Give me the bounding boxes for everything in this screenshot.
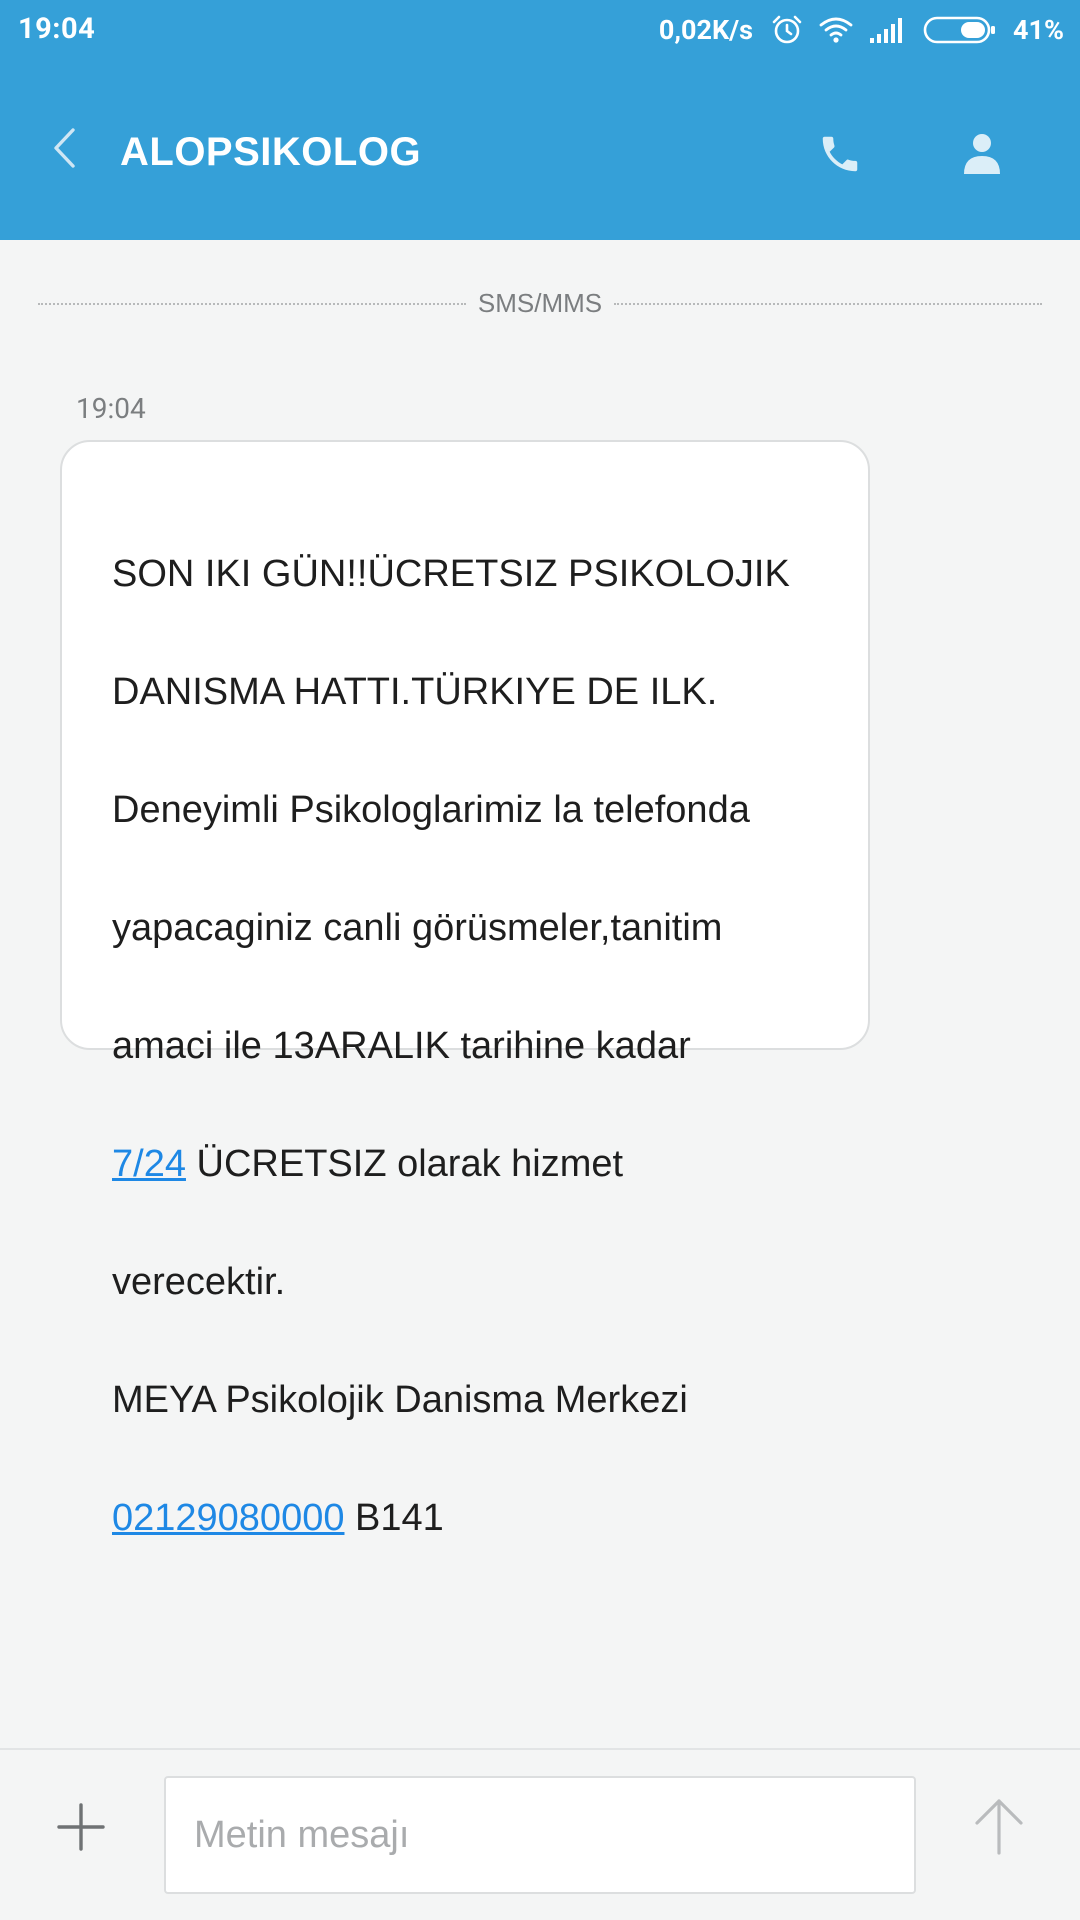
message-line: 02129080000 B141 — [112, 1489, 828, 1548]
battery-percent: 41% — [1013, 14, 1064, 46]
sms-mms-divider: SMS/MMS — [38, 286, 1042, 322]
message-timestamp: 19:04 — [76, 392, 146, 425]
message-line: DANISMA HATTI.TÜRKIYE DE ILK. — [112, 671, 718, 713]
message-line: Deneyimli Psikologlarimiz la telefonda — [112, 789, 750, 831]
wifi-icon — [819, 16, 853, 44]
status-icons: 0,02K/s 41% — [659, 10, 1064, 50]
message-text: B141 — [344, 1497, 444, 1539]
message-body: SON IKI GÜN!!ÜCRETSIZ PSIKOLOJIK DANISMA… — [112, 486, 828, 1607]
battery-icon — [923, 15, 997, 45]
message-line: SON IKI GÜN!!ÜCRETSIZ PSIKOLOJIK — [112, 553, 790, 595]
message-line: amaci ile 13ARALIK tarihine kadar — [112, 1025, 691, 1067]
message-text: ÜCRETSIZ olarak hizmet — [185, 1143, 624, 1185]
send-button[interactable] — [964, 1786, 1034, 1866]
person-icon — [964, 134, 1000, 174]
plus-icon — [57, 1803, 105, 1851]
signal-icon — [869, 16, 907, 44]
status-bar: 19:04 0,02K/s 41% — [0, 0, 1080, 62]
arrow-up-icon — [975, 1799, 1023, 1855]
attach-button[interactable] — [44, 1790, 118, 1864]
call-button[interactable] — [806, 120, 874, 188]
phone-icon — [822, 136, 858, 172]
header: 19:04 0,02K/s 41% ALOPSIKOLOG — [0, 0, 1080, 240]
message-line: MEYA Psikolojik Danisma Merkezi — [112, 1379, 688, 1421]
status-time: 19:04 — [18, 12, 96, 46]
network-speed: 0,02K/s — [658, 14, 754, 46]
contact-title: ALOPSIKOLOG — [120, 130, 422, 174]
message-composer — [0, 1748, 1080, 1920]
message-line: yapacaginiz canli görüsmeler,tanitim — [112, 907, 723, 949]
divider-line-right — [614, 303, 1042, 305]
back-button[interactable] — [36, 120, 92, 176]
app-bar: ALOPSIKOLOG — [0, 90, 1080, 220]
alarm-icon — [771, 14, 803, 46]
hours-link[interactable]: 7/24 — [112, 1143, 186, 1185]
message-line: verecektir. — [112, 1261, 286, 1303]
chevron-left-icon — [54, 128, 75, 168]
contact-info-button[interactable] — [948, 120, 1016, 188]
phone-number-link[interactable]: 02129080000 — [112, 1497, 344, 1539]
message-bubble[interactable]: SON IKI GÜN!!ÜCRETSIZ PSIKOLOJIK DANISMA… — [60, 440, 870, 1539]
message-line: 7/24 ÜCRETSIZ olarak hizmet — [112, 1135, 828, 1194]
message-input[interactable] — [164, 1776, 916, 1894]
